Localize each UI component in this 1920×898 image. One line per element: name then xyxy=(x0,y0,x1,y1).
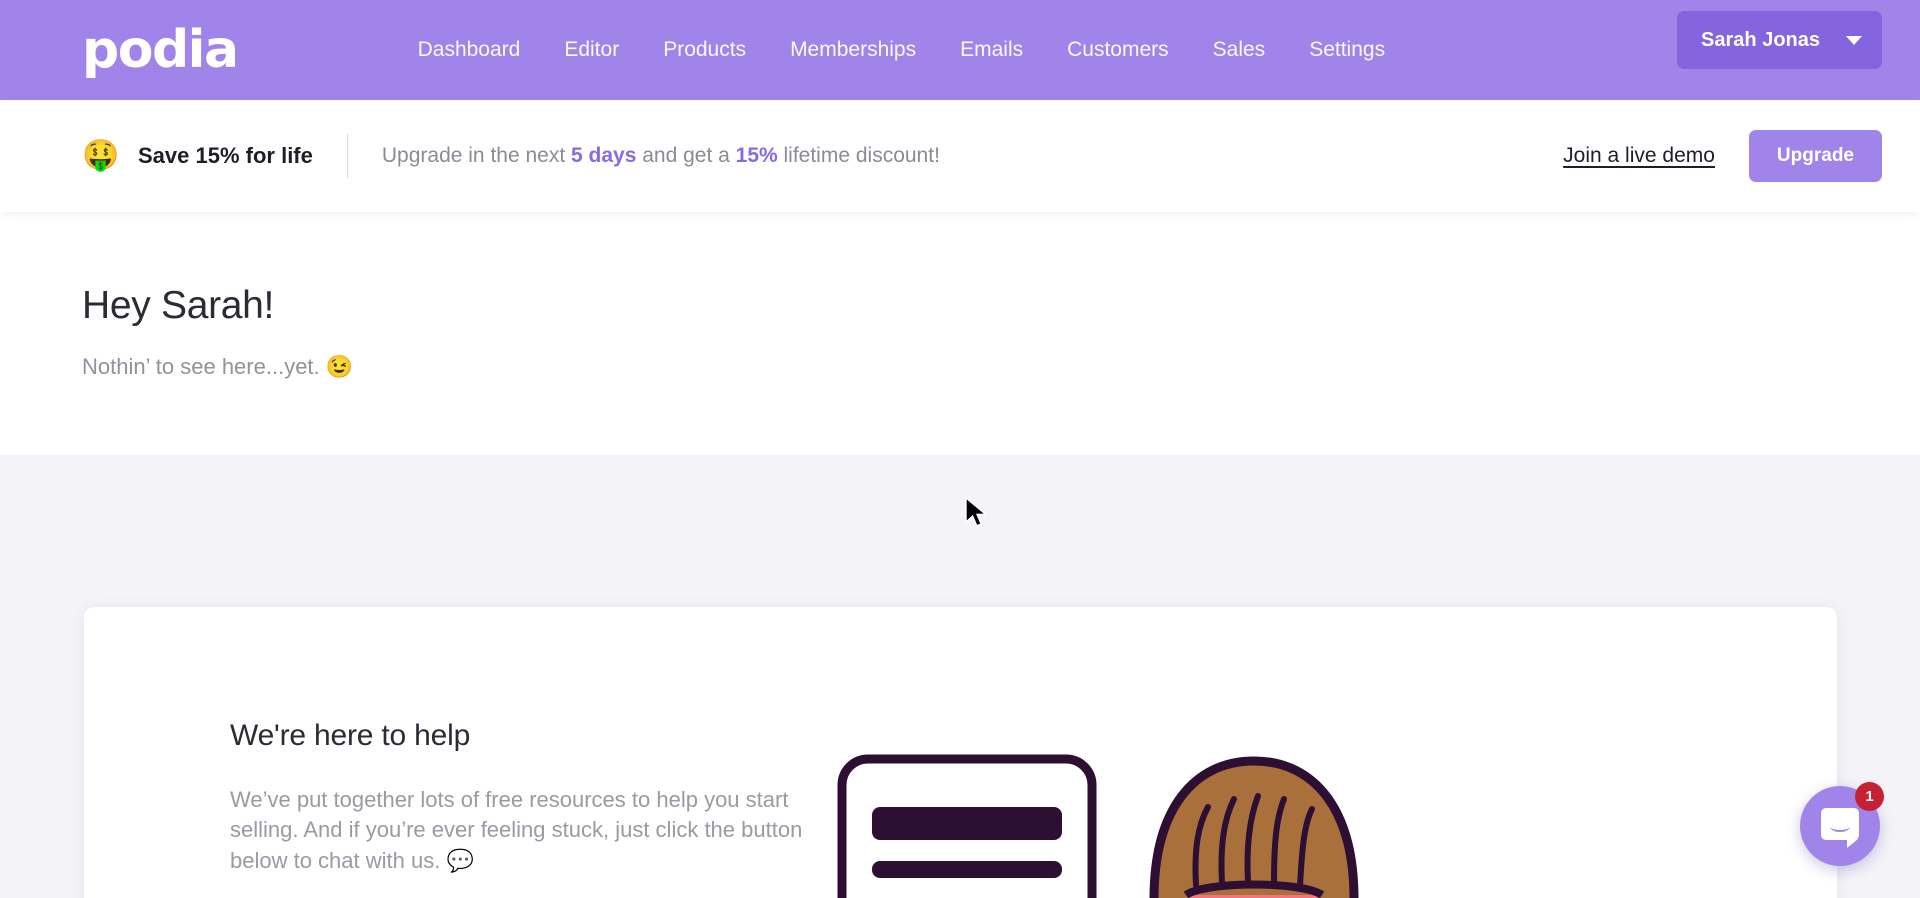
support-illustration xyxy=(837,754,1359,898)
user-account-menu[interactable]: Sarah Jonas xyxy=(1677,11,1882,69)
nav-item-emails[interactable]: Emails xyxy=(960,38,1023,62)
greeting-subtext: Nothin’ to see here...yet. 😉 xyxy=(82,354,354,379)
help-card-body: We’ve put together lots of free resource… xyxy=(230,787,803,873)
chat-unread-badge: 1 xyxy=(1855,782,1884,811)
join-live-demo-link[interactable]: Join a live demo xyxy=(1563,144,1715,168)
promo-days-highlight: 5 days xyxy=(571,144,637,167)
help-card: We're here to help We’ve put together lo… xyxy=(84,607,1837,898)
user-name-label: Sarah Jonas xyxy=(1701,28,1820,51)
nav-item-products[interactable]: Products xyxy=(663,38,746,62)
promo-text-after: lifetime discount! xyxy=(777,144,940,167)
chevron-down-icon xyxy=(1846,35,1862,45)
podia-logo[interactable]: podia xyxy=(82,24,239,76)
help-card-illustration-area xyxy=(804,607,1837,898)
nav-item-settings[interactable]: Settings xyxy=(1309,38,1385,62)
nav-item-editor[interactable]: Editor xyxy=(564,38,619,62)
promo-text-middle: and get a xyxy=(636,144,736,167)
promo-percent-highlight: 15% xyxy=(735,144,778,167)
nav-item-sales[interactable]: Sales xyxy=(1213,38,1266,62)
top-navigation-bar: podia Dashboard Editor Products Membersh… xyxy=(0,0,1920,100)
chat-launcher-button[interactable]: 1 xyxy=(1800,782,1884,866)
help-card-heading: We're here to help xyxy=(230,719,471,752)
promo-actions: Join a live demo Upgrade xyxy=(1563,130,1882,182)
promo-text-before: Upgrade in the next xyxy=(381,144,571,167)
promo-divider xyxy=(346,134,348,178)
upgrade-button[interactable]: Upgrade xyxy=(1748,130,1882,182)
promo-title: Save 15% for life xyxy=(138,143,313,168)
promo-banner: 🤑 Save 15% for life Upgrade in the next … xyxy=(0,100,1920,212)
money-mouth-face-emoji: 🤑 xyxy=(82,139,120,172)
greeting-section: Hey Sarah! Nothin’ to see here...yet. 😉 xyxy=(0,212,1920,455)
page-title: Hey Sarah! xyxy=(82,284,275,327)
nav-item-customers[interactable]: Customers xyxy=(1067,38,1169,62)
nav-item-dashboard[interactable]: Dashboard xyxy=(418,38,521,62)
primary-nav: Dashboard Editor Products Memberships Em… xyxy=(418,38,1385,62)
smile-icon xyxy=(1830,821,1850,832)
help-card-copy: We're here to help We’ve put together lo… xyxy=(84,607,804,898)
dashboard-body: We're here to help We’ve put together lo… xyxy=(0,455,1920,898)
promo-description: Upgrade in the next 5 days and get a 15%… xyxy=(382,144,940,168)
nav-item-memberships[interactable]: Memberships xyxy=(790,38,916,62)
chat-bubble-icon xyxy=(1821,808,1859,848)
